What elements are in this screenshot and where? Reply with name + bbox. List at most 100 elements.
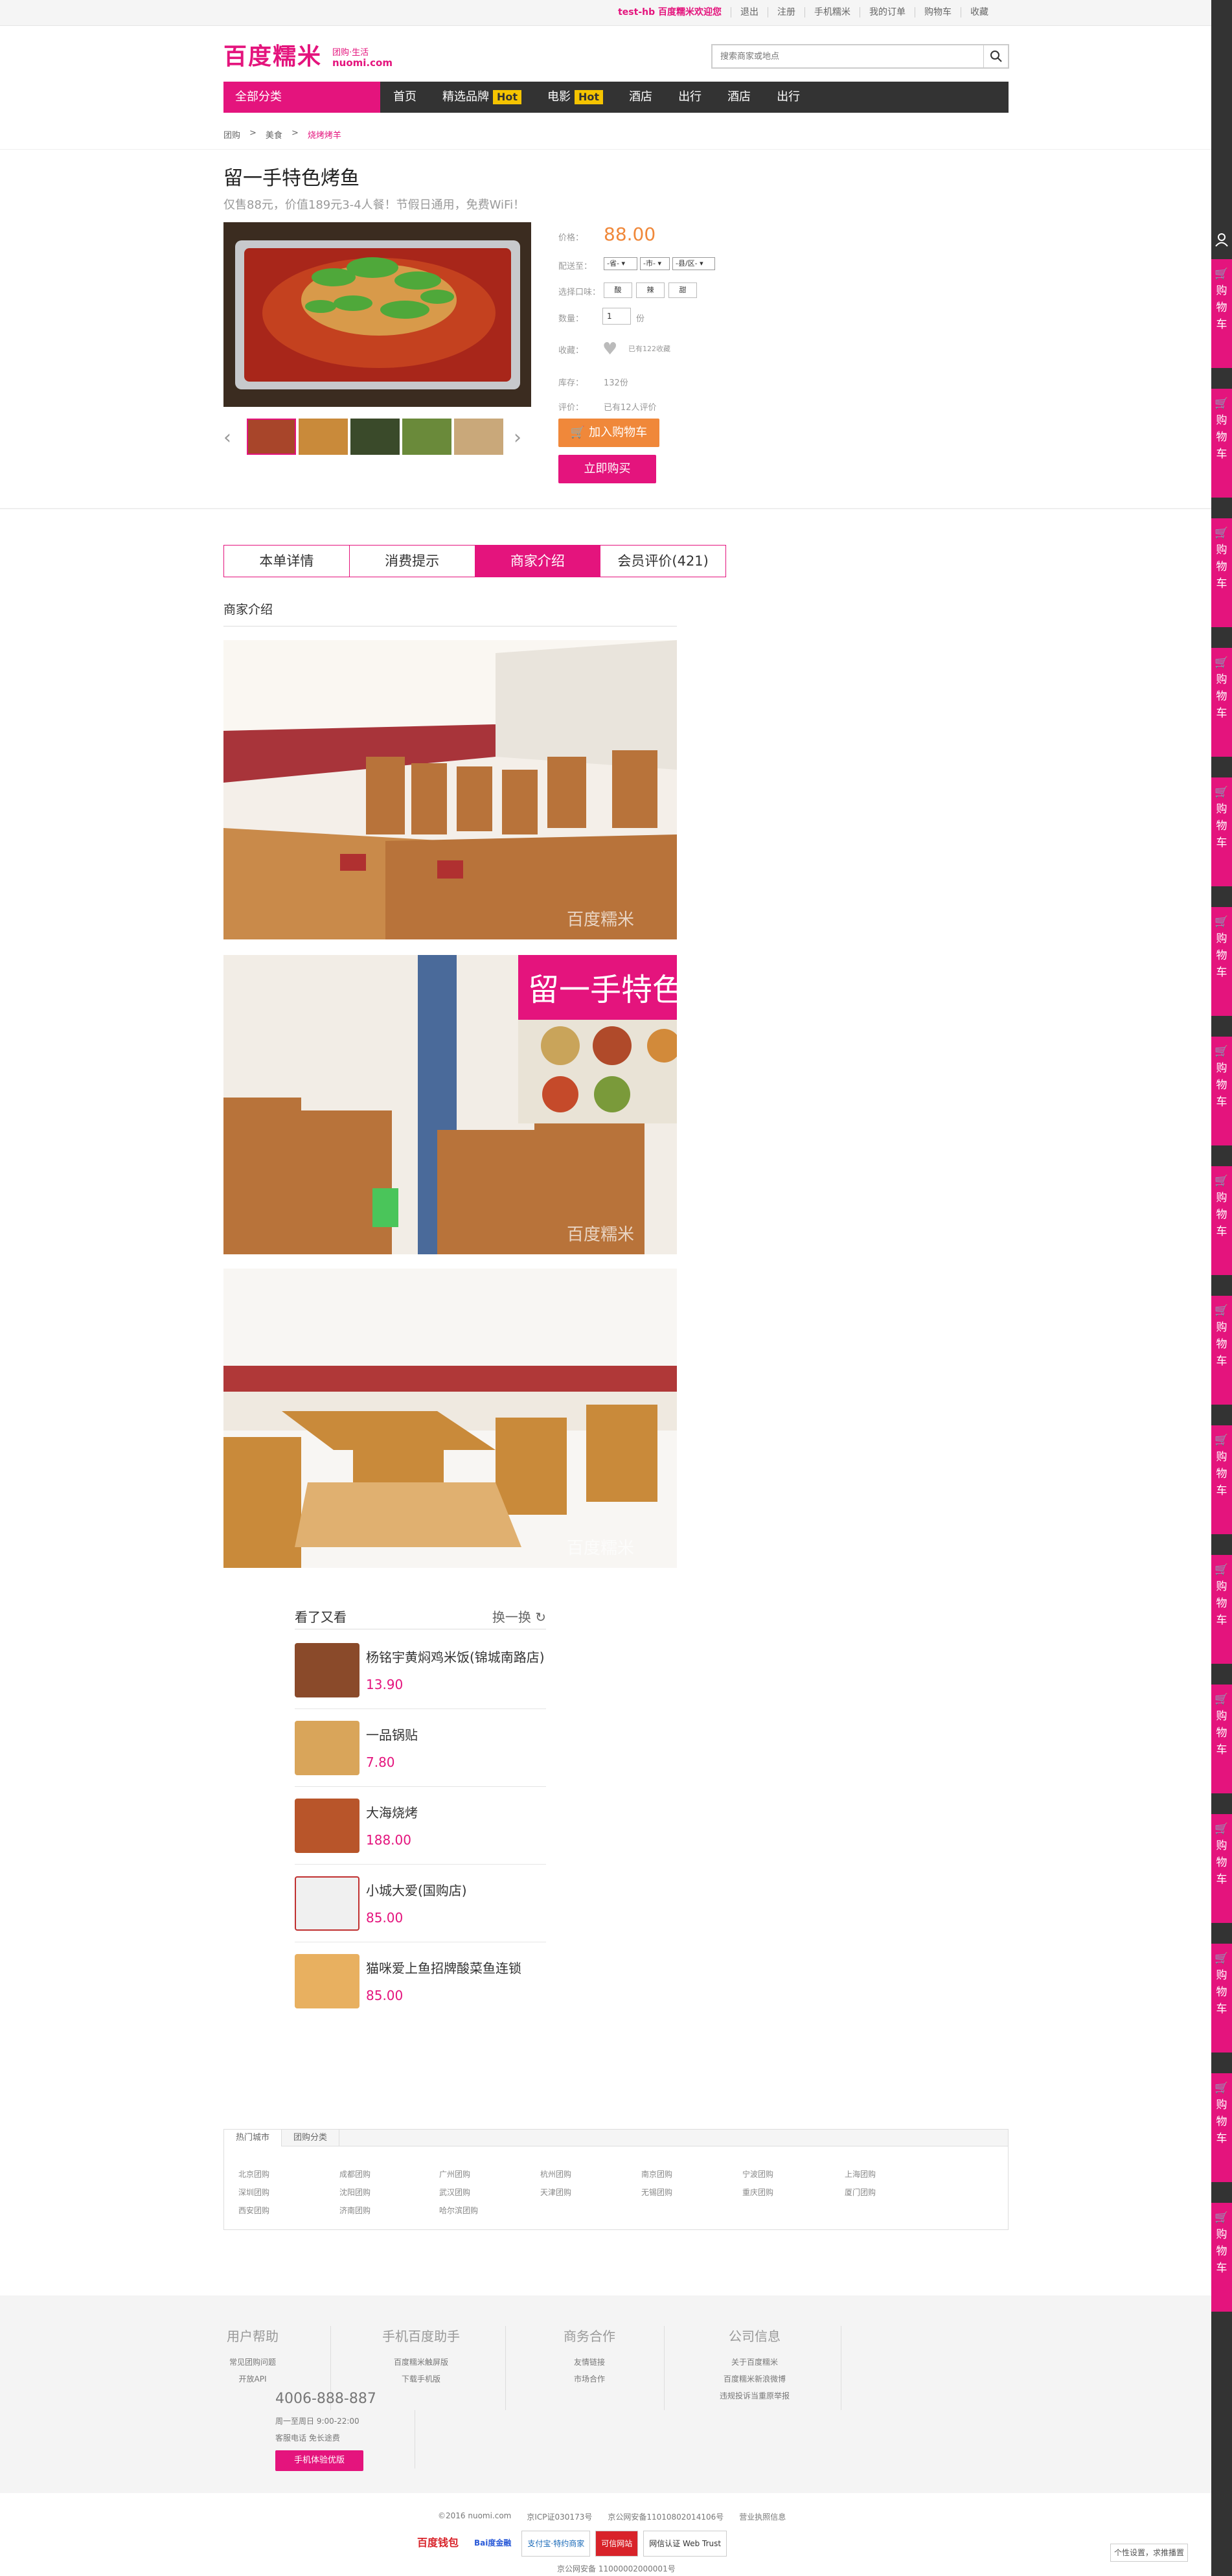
- city-link[interactable]: 厦门团购: [845, 2187, 876, 2198]
- thumbnail[interactable]: [402, 419, 451, 455]
- list-item[interactable]: 大海烧烤 188.00: [295, 1795, 546, 1865]
- user-icon[interactable]: [1211, 220, 1232, 259]
- city-link[interactable]: 西安团购: [238, 2205, 269, 2216]
- tab-hot-cities[interactable]: 热门城市: [224, 2130, 282, 2146]
- footer-link[interactable]: 开放API: [223, 2371, 282, 2387]
- heart-icon[interactable]: ♥: [602, 339, 617, 359]
- province-select[interactable]: -省- ▾: [604, 257, 637, 270]
- alipay-badge[interactable]: 支付宝·特约商家: [521, 2531, 591, 2557]
- footer-link[interactable]: 关于百度糯米: [713, 2354, 797, 2371]
- flavor-option[interactable]: 辣: [636, 282, 665, 298]
- nav-item-hotel-2[interactable]: 酒店: [714, 82, 764, 113]
- thumbnail[interactable]: [247, 419, 296, 455]
- police-record[interactable]: 京公网安备 11000002000001号: [557, 2563, 676, 2574]
- nav-item-home[interactable]: 首页: [380, 82, 429, 113]
- sidebar-cart-tab[interactable]: 🛒 购物车: [1211, 2073, 1232, 2182]
- sidebar-cart-tab[interactable]: 🛒 购物车: [1211, 1296, 1232, 1405]
- baidu-finance-badge[interactable]: Bai度金融: [469, 2531, 516, 2557]
- search-button[interactable]: [983, 45, 1008, 67]
- license-link[interactable]: 营业执照信息: [739, 2511, 786, 2522]
- city-link[interactable]: 哈尔滨团购: [439, 2205, 478, 2216]
- sidebar-cart-tab[interactable]: 🛒 购物车: [1211, 907, 1232, 1016]
- buy-now-button[interactable]: 立即购买: [558, 455, 656, 483]
- tab-reviews[interactable]: 会员评价(421): [600, 546, 725, 577]
- city-link[interactable]: 杭州团购: [540, 2168, 571, 2179]
- all-categories-button[interactable]: 全部分类: [223, 82, 380, 113]
- sidebar-cart-tab[interactable]: 🛒 购物车: [1211, 1555, 1232, 1664]
- city-link[interactable]: 成都团购: [339, 2168, 371, 2179]
- mobile-link[interactable]: 手机糯米: [804, 7, 860, 17]
- footer-link[interactable]: 百度糯米触屏版: [376, 2354, 466, 2371]
- tab-details[interactable]: 本单详情: [224, 546, 350, 577]
- my-orders-link[interactable]: 我的订单: [860, 7, 915, 17]
- sidebar-cart-tab[interactable]: 🛒 购物车: [1211, 648, 1232, 757]
- favorites-link[interactable]: 收藏: [961, 7, 998, 17]
- city-link[interactable]: 济南团购: [339, 2205, 371, 2216]
- baidu-wallet-badge[interactable]: 百度钱包: [412, 2531, 464, 2557]
- add-to-cart-button[interactable]: 🛒 加入购物车: [558, 419, 659, 447]
- web-trust-badge[interactable]: 网信认证 Web Trust: [643, 2531, 727, 2557]
- city-select[interactable]: -市- ▾: [640, 257, 670, 270]
- thumbnail[interactable]: [454, 419, 503, 455]
- city-link[interactable]: 武汉团购: [439, 2187, 470, 2198]
- quantity-input[interactable]: 1: [602, 308, 631, 325]
- tab-tips[interactable]: 消费提示: [350, 546, 475, 577]
- mobile-app-button[interactable]: 手机体验优版: [275, 2450, 363, 2471]
- sidebar-cart-tab[interactable]: 🛒 购物车: [1211, 1944, 1232, 2053]
- footer-link[interactable]: 下载手机版: [376, 2371, 466, 2387]
- footer-link[interactable]: 常见团购问题: [223, 2354, 282, 2371]
- sidebar-cart-tab[interactable]: 🛒 购物车: [1211, 1814, 1232, 1923]
- crumb-link[interactable]: 团购: [223, 128, 240, 141]
- district-select[interactable]: -县/区- ▾: [672, 257, 715, 270]
- flavor-option[interactable]: 酸: [604, 282, 632, 298]
- sidebar-cart-tab[interactable]: 🛒 购物车: [1211, 1166, 1232, 1275]
- nav-item-travel-2[interactable]: 出行: [764, 82, 813, 113]
- site-logo[interactable]: 百度糯米 团购·生活 nuomi.com: [223, 43, 393, 71]
- logout-link[interactable]: 退出: [731, 7, 768, 17]
- sidebar-cart-tab[interactable]: 🛒 购物车: [1211, 777, 1232, 886]
- city-link[interactable]: 北京团购: [238, 2168, 269, 2179]
- list-item[interactable]: 一品锅贴 7.80: [295, 1717, 546, 1787]
- city-link[interactable]: 无锡团购: [641, 2187, 672, 2198]
- list-item[interactable]: 小城大爱(国购店) 85.00: [295, 1872, 546, 1942]
- thumbnail[interactable]: [299, 419, 348, 455]
- thumbnail[interactable]: [350, 419, 400, 455]
- footer-link[interactable]: 违规投诉当重原举报: [713, 2387, 797, 2404]
- footer-link[interactable]: 友情链接: [557, 2354, 622, 2371]
- sidebar-cart-tab[interactable]: 🛒 购物车: [1211, 1425, 1232, 1534]
- city-link[interactable]: 南京团购: [641, 2168, 672, 2179]
- city-link[interactable]: 广州团购: [439, 2168, 470, 2179]
- sidebar-cart-tab[interactable]: 🛒 购物车: [1211, 2203, 1232, 2312]
- trusted-site-badge[interactable]: 可信网站: [595, 2531, 639, 2557]
- footer-link[interactable]: 百度糯米新浪微博: [713, 2371, 797, 2387]
- city-link[interactable]: 天津团购: [540, 2187, 571, 2198]
- city-link[interactable]: 宁波团购: [742, 2168, 773, 2179]
- footer-link[interactable]: 市场合作: [557, 2371, 622, 2387]
- police-link[interactable]: 京公网安备11010802014106号: [608, 2511, 724, 2522]
- settings-box[interactable]: 个性设置，求推播置: [1110, 2544, 1188, 2562]
- crumb-link[interactable]: 美食: [266, 128, 282, 141]
- nav-item-movies[interactable]: 电影 Hot: [534, 82, 616, 113]
- icp-link[interactable]: 京ICP证030173号: [527, 2511, 592, 2522]
- next-arrow-icon[interactable]: ›: [514, 426, 521, 449]
- register-link[interactable]: 注册: [768, 7, 804, 17]
- city-link[interactable]: 上海团购: [845, 2168, 876, 2179]
- sidebar-cart-tab[interactable]: 🛒 购物车: [1211, 1685, 1232, 1793]
- search-input[interactable]: [713, 45, 972, 67]
- city-link[interactable]: 重庆团购: [742, 2187, 773, 2198]
- tab-merchant[interactable]: 商家介绍: [475, 546, 601, 577]
- sidebar-cart-tab[interactable]: 🛒 购物车: [1211, 259, 1232, 368]
- tab-categories[interactable]: 团购分类: [282, 2130, 340, 2146]
- flavor-option[interactable]: 甜: [668, 282, 697, 298]
- nav-item-hotel[interactable]: 酒店: [616, 82, 665, 113]
- prev-arrow-icon[interactable]: ‹: [223, 426, 231, 449]
- nav-item-brands[interactable]: 精选品牌 Hot: [429, 82, 534, 113]
- city-link[interactable]: 沈阳团购: [339, 2187, 371, 2198]
- sidebar-cart-tab[interactable]: 🛒 购物车: [1211, 518, 1232, 627]
- list-item[interactable]: 猫咪爱上鱼招牌酸菜鱼连锁 85.00: [295, 1950, 546, 2020]
- cart-link[interactable]: 购物车: [915, 7, 961, 17]
- list-item[interactable]: 杨铭宇黄焖鸡米饭(锦城南路店) 13.90: [295, 1639, 546, 1709]
- refresh-button[interactable]: 换一换 ↻: [492, 1607, 546, 1626]
- nav-item-travel[interactable]: 出行: [665, 82, 714, 113]
- sidebar-cart-tab[interactable]: 🛒 购物车: [1211, 1037, 1232, 1145]
